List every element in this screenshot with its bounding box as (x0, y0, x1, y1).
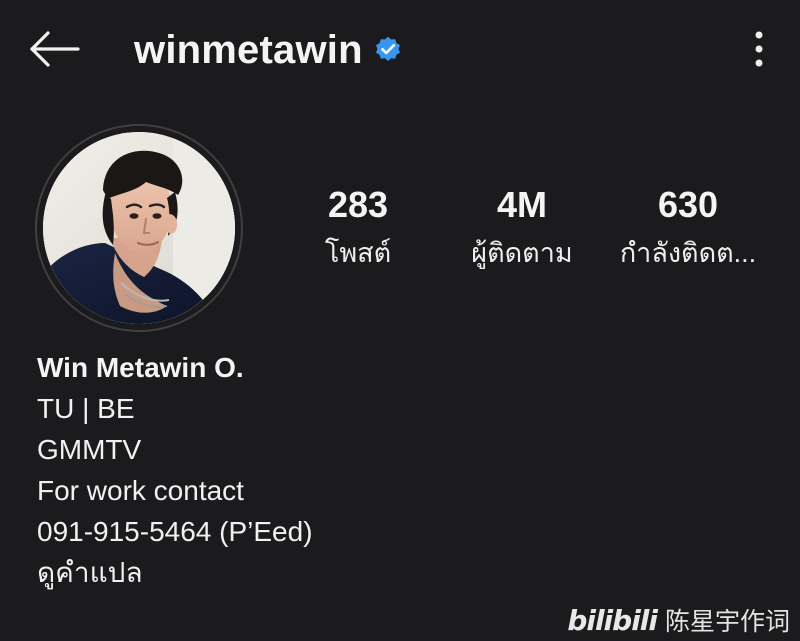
see-translation-link[interactable]: ดูคำแปล (37, 552, 143, 593)
bilibili-logo: bilibili (567, 603, 658, 637)
verified-badge-icon (373, 35, 403, 65)
more-vertical-icon (754, 29, 764, 74)
more-options-button[interactable] (740, 28, 778, 74)
top-app-bar: winmetawin (0, 0, 800, 100)
profile-avatar-button[interactable] (35, 124, 243, 332)
bio-line: GMMTV (37, 434, 142, 465)
contact-phone: 091-915-5464 (P’Eed) (37, 516, 313, 547)
bilibili-watermark: bilibili 陈星宇作词 (567, 603, 790, 637)
profile-bio: Win Metawin O. TU | BE GMMTV For work co… (37, 348, 737, 593)
profile-username: winmetawin (134, 24, 403, 76)
following-stat-button[interactable]: 630 กำลังติดต... (588, 184, 788, 270)
watermark-text: 陈星宇作词 (664, 607, 790, 636)
profile-screen: winmetawin 283 โพสต์ 4M ผู้ติดตาม 630 กำ… (0, 0, 800, 641)
bio-line: TU | BE (37, 393, 135, 424)
back-arrow-icon (26, 28, 82, 75)
profile-display-name: Win Metawin O. (37, 352, 244, 383)
following-label: กำลังติดต... (619, 238, 757, 268)
bio-line: For work contact (37, 475, 244, 506)
following-count: 630 (657, 184, 719, 225)
back-button[interactable] (24, 28, 84, 74)
profile-photo (43, 132, 235, 324)
username-text: winmetawin (134, 27, 363, 72)
